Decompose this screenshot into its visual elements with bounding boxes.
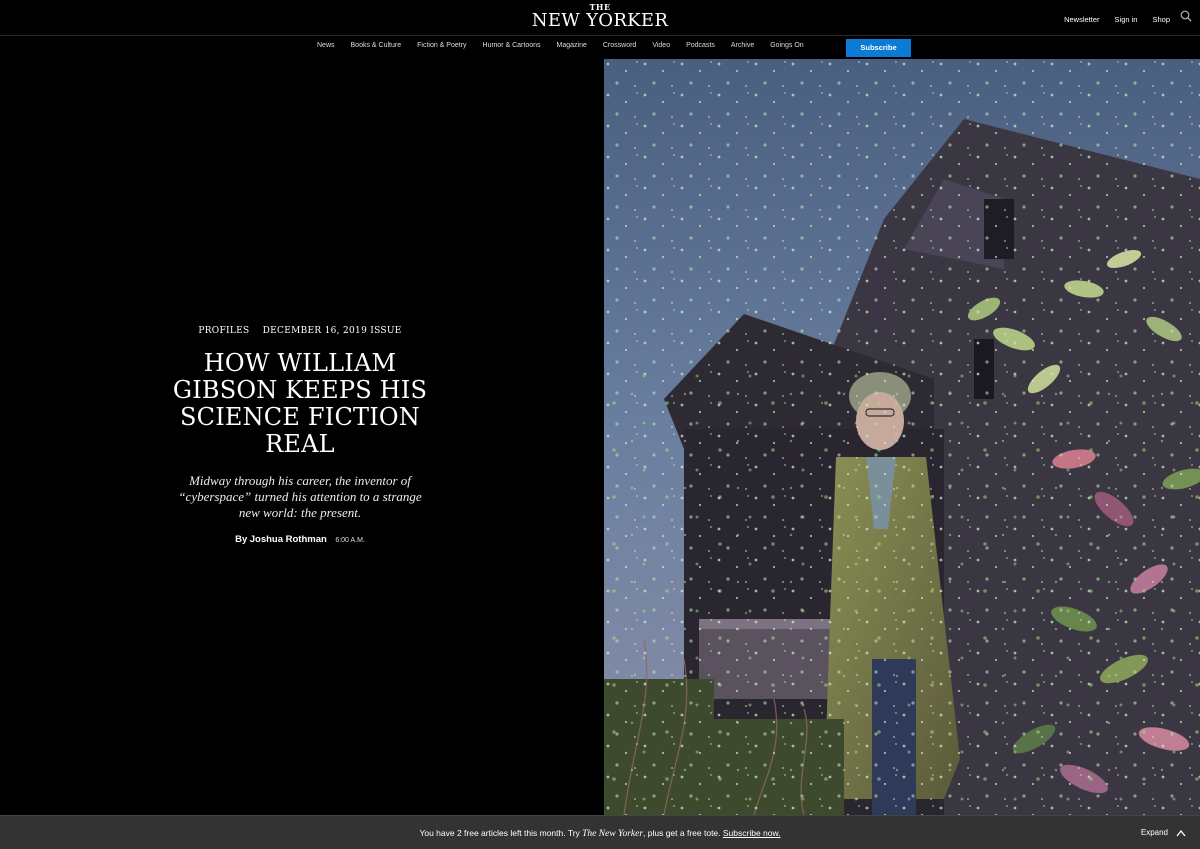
- byline-prefix: By: [235, 534, 248, 545]
- nav-item-crossword[interactable]: Crossword: [603, 42, 636, 49]
- rubric-line: PROFILES DECEMBER 16, 2019 ISSUE: [0, 326, 600, 336]
- expand-button[interactable]: Expand: [1141, 828, 1186, 837]
- rubric-link[interactable]: PROFILES: [198, 326, 249, 336]
- newsletter-link[interactable]: Newsletter: [1064, 15, 1099, 24]
- lead-photo-illustration: [604, 59, 1200, 815]
- logo-wordmark: NEW YORKER: [531, 10, 669, 31]
- subscribe-button[interactable]: Subscribe: [846, 39, 911, 57]
- paywall-message: You have 2 free articles left this month…: [0, 828, 1200, 839]
- shop-link[interactable]: Shop: [1152, 15, 1170, 24]
- paywall-publication: The New Yorker: [582, 829, 644, 839]
- nav-item-fiction-poetry[interactable]: Fiction & Poetry: [417, 42, 466, 49]
- nav-item-news[interactable]: News: [317, 42, 335, 49]
- subscribe-now-link[interactable]: Subscribe now.: [723, 828, 781, 838]
- search-icon[interactable]: [1180, 10, 1192, 22]
- article-header: PROFILES DECEMBER 16, 2019 ISSUE HOW WIL…: [0, 59, 604, 815]
- nav-item-humor-cartoons[interactable]: Humor & Cartoons: [483, 42, 541, 49]
- issue-link[interactable]: DECEMBER 16, 2019 ISSUE: [263, 326, 402, 336]
- expand-label: Expand: [1140, 828, 1168, 837]
- lead-photo: [604, 59, 1200, 815]
- nav-item-podcasts[interactable]: Podcasts: [686, 42, 715, 49]
- paywall-text-before: You have 2 free articles left this month…: [419, 828, 583, 838]
- sign-in-link[interactable]: Sign in: [1115, 15, 1138, 24]
- nav-item-archive[interactable]: Archive: [731, 42, 754, 49]
- dek: Midway through his career, the inventor …: [178, 473, 422, 520]
- section-nav: News Books & Culture Fiction & Poetry Hu…: [0, 36, 1200, 59]
- paywall-text-after: , plus get a free tote.: [643, 828, 723, 838]
- nav-item-goings-on[interactable]: Goings On: [770, 42, 803, 49]
- author-link[interactable]: Joshua Rothman: [250, 534, 327, 545]
- nav-item-books-culture[interactable]: Books & Culture: [351, 42, 402, 49]
- headline: HOW WILLIAM GIBSON KEEPS HIS SCIENCE FIC…: [172, 349, 428, 458]
- paywall-bar: You have 2 free articles left this month…: [0, 815, 1200, 849]
- logo[interactable]: THE NEW YORKER: [0, 3, 1200, 30]
- top-bar: THE NEW YORKER Newsletter Sign in Shop: [0, 0, 1200, 36]
- nav-item-magazine[interactable]: Magazine: [557, 42, 587, 49]
- utility-links: Newsletter Sign in Shop: [1049, 10, 1192, 25]
- publish-time: 6:00 A.M.: [335, 537, 365, 544]
- nav-item-video[interactable]: Video: [652, 42, 670, 49]
- chevron-up-icon: [1176, 829, 1186, 836]
- byline: By Joshua Rothman 6:00 A.M.: [0, 534, 600, 545]
